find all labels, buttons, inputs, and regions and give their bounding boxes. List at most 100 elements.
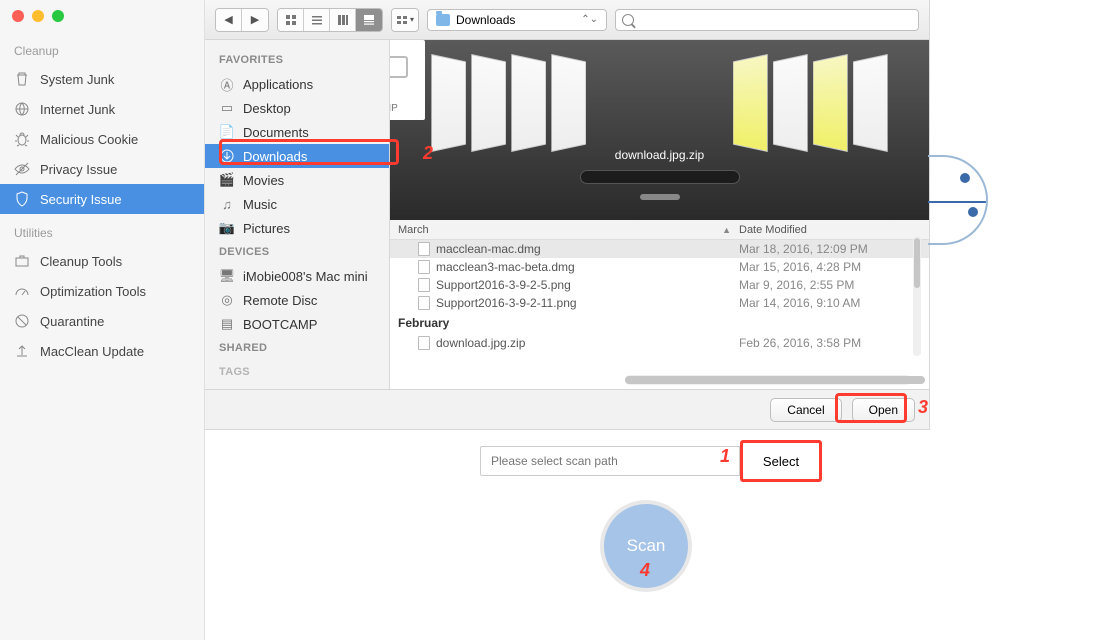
gauge-icon — [14, 283, 30, 299]
disc-icon: ◎ — [219, 292, 235, 308]
fav-documents[interactable]: 📄Documents — [205, 120, 389, 144]
pictures-icon: 📷 — [219, 220, 235, 236]
eye-slash-icon — [14, 161, 30, 177]
file-icon — [418, 242, 430, 256]
sidebar-label: System Junk — [40, 72, 114, 87]
sidebar-item-quarantine[interactable]: Quarantine — [0, 306, 204, 336]
file-row[interactable]: Support2016-3-9-2-5.pngMar 9, 2016, 2:55… — [390, 276, 929, 294]
upload-icon — [14, 343, 30, 359]
briefcase-icon — [14, 253, 30, 269]
nav-forward-button[interactable]: ▶ — [242, 9, 268, 31]
file-list-header: March▲ Date Modified — [390, 220, 929, 240]
view-columns-button[interactable] — [330, 9, 356, 31]
bug-icon — [14, 131, 30, 147]
nav-back-forward: ◀ ▶ — [215, 8, 269, 32]
arrange-segment: ▾ — [391, 8, 419, 32]
sidebar-item-system-junk[interactable]: System Junk — [0, 64, 204, 94]
sidebar-label: MacClean Update — [40, 344, 144, 359]
scrollbar-thumb[interactable] — [625, 376, 925, 384]
arrange-button[interactable]: ▾ — [392, 9, 418, 31]
app-sidebar: Cleanup System Junk Internet Junk Malici… — [0, 0, 205, 640]
select-button[interactable]: Select — [743, 443, 819, 479]
sidebar-item-cleanup-tools[interactable]: Cleanup Tools — [0, 246, 204, 276]
coverflow-resize-handle[interactable] — [640, 194, 680, 200]
dialog-footer: Cancel Open — [205, 389, 929, 429]
trash-icon — [14, 71, 30, 87]
sidebar-item-optimization-tools[interactable]: Optimization Tools — [0, 276, 204, 306]
annotation-number-3: 3 — [918, 397, 928, 418]
view-icons-button[interactable] — [278, 9, 304, 31]
zoom-window-icon[interactable] — [52, 10, 64, 22]
coverflow-center-item[interactable]: ZIP — [390, 40, 425, 120]
sidebar-item-security-issue[interactable]: Security Issue — [0, 184, 204, 214]
open-button[interactable]: Open — [852, 398, 915, 422]
desktop-icon: ▭ — [219, 100, 235, 116]
decorative-radar-icon — [928, 155, 988, 245]
scan-path-input[interactable] — [480, 446, 740, 476]
finder-toolbar: ◀ ▶ ▾ Downloads ⌃⌄ — [205, 0, 929, 40]
view-coverflow-button[interactable] — [356, 9, 382, 31]
close-window-icon[interactable] — [12, 10, 24, 22]
sidebar-label: Security Issue — [40, 192, 122, 207]
search-input[interactable] — [638, 13, 912, 27]
cancel-button[interactable]: Cancel — [770, 398, 841, 422]
sidebar-label: Optimization Tools — [40, 284, 146, 299]
finder-heading-shared: SHARED — [205, 336, 389, 360]
annotation-number-2: 2 — [423, 143, 433, 164]
path-label: Downloads — [456, 13, 515, 27]
downloads-icon — [219, 148, 235, 164]
sidebar-item-privacy-issue[interactable]: Privacy Issue — [0, 154, 204, 184]
computer-icon: 🖥 — [219, 268, 235, 284]
sidebar-label: Internet Junk — [40, 102, 115, 117]
file-row[interactable]: Support2016-3-9-2-11.pngMar 14, 2016, 9:… — [390, 294, 929, 312]
fav-pictures[interactable]: 📷Pictures — [205, 216, 389, 240]
applications-icon: Ⓐ — [219, 76, 235, 92]
music-icon: ♫ — [219, 196, 235, 212]
file-list: March▲ Date Modified macclean-mac.dmgMar… — [390, 220, 929, 389]
fav-desktop[interactable]: ▭Desktop — [205, 96, 389, 120]
finder-content: ZIP download.jpg.zip March▲ Date Modifie… — [390, 40, 929, 389]
col-name[interactable]: March▲ — [390, 224, 739, 236]
nav-back-button[interactable]: ◀ — [216, 9, 242, 31]
file-row[interactable]: download.jpg.zipFeb 26, 2016, 3:58 PM — [390, 334, 929, 352]
sidebar-label: Privacy Issue — [40, 162, 117, 177]
dev-remote-disc[interactable]: ◎Remote Disc — [205, 288, 389, 312]
sidebar-heading-utilities: Utilities — [0, 214, 204, 246]
annotation-number-1: 1 — [720, 446, 730, 467]
fav-applications[interactable]: ⒶApplications — [205, 72, 389, 96]
sidebar-item-macclean-update[interactable]: MacClean Update — [0, 336, 204, 366]
fav-downloads[interactable]: Downloads — [205, 144, 389, 168]
documents-icon: 📄 — [219, 124, 235, 140]
finder-heading-tags: TAGS — [205, 360, 389, 384]
drive-icon: ▤ — [219, 316, 235, 332]
file-row[interactable]: macclean-mac.dmgMar 18, 2016, 12:09 PM — [390, 240, 929, 258]
annotation-box-select: Select — [740, 440, 822, 482]
sidebar-item-internet-junk[interactable]: Internet Junk — [0, 94, 204, 124]
search-field-wrap — [615, 9, 919, 31]
sort-arrow-icon: ▲ — [722, 225, 731, 235]
coverflow-label: download.jpg.zip — [615, 148, 704, 162]
fav-music[interactable]: ♫Music — [205, 192, 389, 216]
scrollbar-thumb[interactable] — [914, 238, 920, 288]
minimize-window-icon[interactable] — [32, 10, 44, 22]
view-list-button[interactable] — [304, 9, 330, 31]
sidebar-label: Quarantine — [40, 314, 104, 329]
col-date[interactable]: Date Modified — [739, 224, 929, 236]
dropdown-carets-icon: ⌃⌄ — [581, 14, 598, 25]
vertical-scrollbar[interactable] — [913, 236, 921, 356]
finder-heading-devices: DEVICES — [205, 240, 389, 264]
open-dialog: ◀ ▶ ▾ Downloads ⌃⌄ FAVORITES ⒶApplicatio… — [205, 0, 930, 430]
fav-movies[interactable]: 🎬Movies — [205, 168, 389, 192]
folder-icon — [436, 14, 450, 26]
horizontal-scrollbar[interactable] — [625, 375, 911, 385]
coverflow-scrubber[interactable] — [580, 170, 740, 184]
dev-bootcamp[interactable]: ▤BOOTCAMP — [205, 312, 389, 336]
sidebar-item-malicious-cookie[interactable]: Malicious Cookie — [0, 124, 204, 154]
cover-flow[interactable]: ZIP download.jpg.zip — [390, 40, 929, 220]
file-icon — [418, 296, 430, 310]
finder-sidebar: FAVORITES ⒶApplications ▭Desktop 📄Docume… — [205, 40, 390, 389]
dev-macmini[interactable]: 🖥iMobie008's Mac mini — [205, 264, 389, 288]
file-row[interactable]: macclean3-mac-beta.dmgMar 15, 2016, 4:28… — [390, 258, 929, 276]
path-dropdown[interactable]: Downloads ⌃⌄ — [427, 9, 607, 31]
annotation-number-4: 4 — [640, 560, 650, 581]
